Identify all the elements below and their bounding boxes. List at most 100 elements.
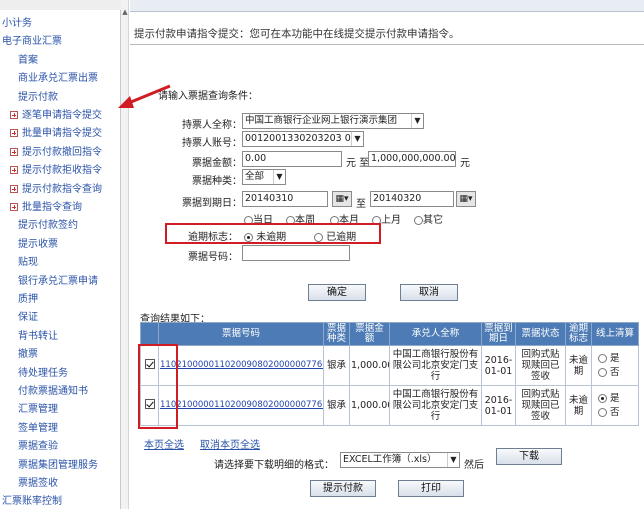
- sidebar-item[interactable]: 电子商业汇票: [2, 36, 62, 48]
- sidebar-item[interactable]: 票据集团管理服务: [18, 460, 98, 472]
- sidebar-item[interactable]: 逐笔申请指令提交: [10, 110, 102, 122]
- amount-to-sep: 元 至: [346, 158, 370, 169]
- sidebar-item[interactable]: 撤票: [18, 349, 38, 361]
- sidebar-item-label: 质押: [18, 294, 38, 305]
- due-from-input[interactable]: 20140310: [242, 191, 328, 207]
- unselect-all-page-link[interactable]: 取消本页全选: [200, 436, 260, 451]
- calendar-icon[interactable]: ▦▾: [332, 191, 352, 207]
- date-option-other[interactable]: 其它: [414, 211, 443, 226]
- radio-icon[interactable]: [414, 215, 423, 225]
- sidebar-item[interactable]: 提示付款指令查询: [10, 184, 102, 196]
- online-no-option[interactable]: 否: [598, 366, 637, 380]
- sidebar-item[interactable]: 首案: [18, 55, 38, 67]
- sidebar-item[interactable]: 背书转让: [18, 331, 58, 343]
- table-header-row: 票据号码 票据种类 票据金额 承兑人全称 票据到期日 票据状态 逾期标志 线上清…: [140, 322, 639, 346]
- sidebar-item[interactable]: 贴现: [18, 257, 38, 269]
- bill-status: 回购式贴现赎回已签收: [515, 385, 566, 426]
- bill-amount: 1,000.00: [349, 345, 390, 386]
- chevron-down-icon: ▼: [447, 453, 459, 467]
- col-header: 逾期标志: [565, 322, 592, 346]
- download-button[interactable]: 下载: [496, 448, 562, 465]
- sidebar-item-label: 银行承兑汇票申请: [18, 275, 98, 287]
- submit-payment-button[interactable]: 提示付款: [310, 480, 376, 497]
- sidebar-item-label: 贴现: [18, 257, 38, 269]
- sidebar-item-label: 付款票据通知书: [18, 386, 88, 397]
- sidebar-item[interactable]: 待处理任务: [18, 368, 68, 380]
- type-select[interactable]: 全部 ▼: [242, 169, 286, 185]
- sidebar-item[interactable]: 提示收票: [18, 239, 58, 251]
- bill-number-link[interactable]: 1102100000110200908020000007767: [158, 385, 324, 426]
- sidebar-item-label: 汇票账率控制: [2, 496, 62, 508]
- checkbox-highlight-box: [138, 344, 178, 429]
- page-tip: 提示付款申请指令提交：您可在本功能中在线提交提示付款申请指令。: [134, 28, 460, 40]
- sidebar-item-label: 逐笔申请指令提交: [22, 110, 102, 121]
- sidebar-item[interactable]: 批量申请指令提交: [10, 128, 102, 140]
- sidebar-item[interactable]: 提示付款撤回指令: [10, 147, 102, 159]
- expand-plus-icon[interactable]: [10, 111, 18, 119]
- sidebar-item[interactable]: 票据签收: [18, 478, 58, 490]
- cancel-button[interactable]: 取消: [400, 284, 458, 301]
- sidebar-item-label: 保证: [18, 312, 38, 324]
- overdue-flag: 未逾期: [565, 385, 592, 426]
- sidebar-item[interactable]: 银行承兑汇票申请: [18, 276, 98, 288]
- sidebar-item[interactable]: 小计务: [2, 18, 32, 30]
- sidebar-item[interactable]: 汇票管理: [18, 404, 58, 416]
- billno-input[interactable]: [242, 245, 350, 261]
- sidebar-item[interactable]: 提示付款拒收指令: [10, 165, 102, 177]
- sidebar-item[interactable]: 票据查验: [18, 441, 58, 453]
- holder-account-select[interactable]: 0012001330203203 0 ▼: [242, 131, 364, 147]
- holder-name-label: 持票人全称：: [182, 120, 242, 131]
- confirm-button[interactable]: 确定: [308, 284, 366, 301]
- format-select[interactable]: EXCEL工作簿（.xls） ▼: [340, 452, 460, 468]
- col-header: 线上清算: [591, 322, 639, 346]
- radio-icon[interactable]: [244, 232, 253, 242]
- radio-icon[interactable]: [598, 407, 607, 417]
- sidebar-item-label: 提示付款拒收指令: [22, 165, 102, 177]
- online-yes-option[interactable]: 是: [598, 352, 637, 366]
- sidebar-item[interactable]: 保证: [18, 312, 38, 324]
- bill-status: 回购式贴现赎回已签收: [515, 345, 566, 386]
- select-all-page-link[interactable]: 本页全选: [144, 436, 184, 451]
- acceptor-name: 中国工商银行股份有限公司北京安定门支行: [389, 385, 482, 426]
- sidebar-item[interactable]: 提示付款签约: [18, 220, 78, 232]
- col-header: 票据状态: [515, 322, 566, 346]
- expand-plus-icon[interactable]: [10, 203, 18, 211]
- sidebar-item[interactable]: 签单管理: [18, 423, 58, 435]
- radio-icon[interactable]: [598, 353, 607, 363]
- expand-plus-icon[interactable]: [10, 147, 18, 156]
- amount-to-input[interactable]: 1,000,000,000.00: [368, 151, 456, 167]
- sidebar-item[interactable]: 汇票账率控制: [2, 496, 62, 508]
- radio-icon[interactable]: [598, 393, 607, 403]
- sidebar-item-label: 电子商业汇票: [2, 36, 62, 48]
- sidebar-scrollbar[interactable]: [121, 0, 129, 509]
- sidebar-item[interactable]: 质押: [18, 294, 38, 306]
- due-to-input[interactable]: 20140320: [370, 191, 454, 207]
- amount-from-input[interactable]: 0.00: [242, 151, 342, 167]
- print-button[interactable]: 打印: [398, 480, 464, 497]
- online-yes-option[interactable]: 是: [598, 392, 637, 406]
- holder-account-label: 持票人账号：: [182, 138, 242, 149]
- due-label: 票据到期日：: [182, 198, 242, 209]
- overdue-option-yes[interactable]: 已逾期: [314, 228, 356, 243]
- radio-icon[interactable]: [598, 367, 607, 377]
- col-header: 票据号码: [158, 322, 324, 346]
- sidebar-item-label: 提示收票: [18, 238, 58, 250]
- holder-name-select[interactable]: 中国工商银行企业网上银行演示集团 ▼: [242, 113, 424, 129]
- sidebar-item-label: 提示付款签约: [18, 220, 78, 232]
- online-no-option[interactable]: 否: [598, 406, 637, 420]
- expand-plus-icon[interactable]: [10, 129, 18, 138]
- expand-plus-icon[interactable]: [10, 166, 18, 175]
- sidebar-item[interactable]: 付款票据通知书: [18, 386, 88, 398]
- sidebar-item[interactable]: 商业承兑汇票出票: [18, 73, 98, 85]
- calendar-icon[interactable]: ▦▾: [456, 191, 476, 207]
- radio-icon[interactable]: [314, 232, 323, 242]
- sidebar-item[interactable]: 批量指令查询: [10, 202, 82, 214]
- bill-number-link[interactable]: 1102100000110200908020000007766: [158, 345, 324, 386]
- format-label: 请选择要下载明细的格式：: [214, 460, 334, 471]
- expand-plus-icon[interactable]: [10, 184, 18, 193]
- overdue-option-no[interactable]: 未逾期: [244, 228, 286, 243]
- scroll-up-icon[interactable]: ▲: [121, 8, 129, 16]
- amount-unit: 元: [460, 158, 470, 169]
- divider: [130, 44, 644, 45]
- sidebar-item[interactable]: 提示付款: [18, 92, 58, 104]
